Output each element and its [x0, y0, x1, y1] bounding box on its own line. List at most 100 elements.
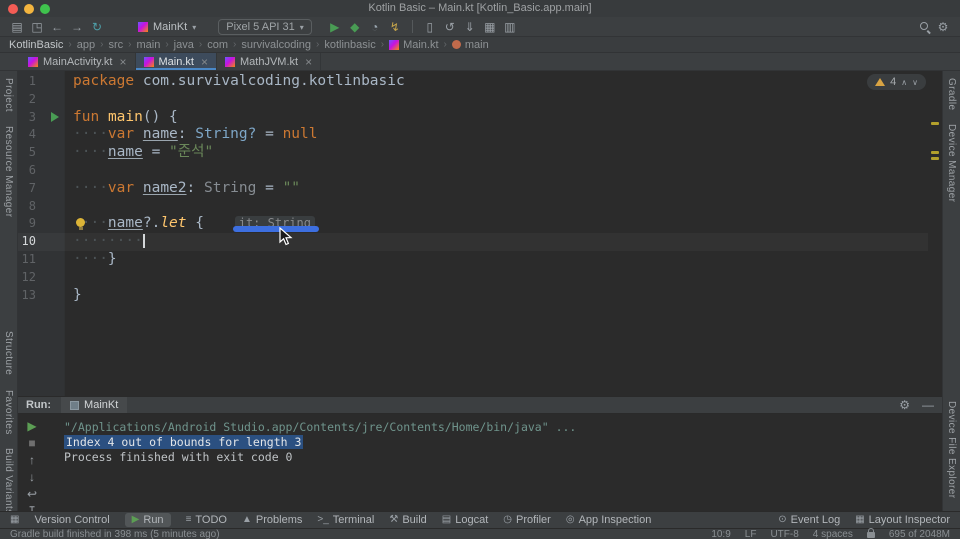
rerun-icon[interactable]: ▶	[27, 420, 36, 432]
tool-window-button-device-manager[interactable]: Device Manager	[946, 124, 957, 202]
tool-window-button-favorites[interactable]: Favorites	[3, 390, 14, 435]
code-line[interactable]: 4 ····var name: String? = null	[18, 126, 928, 144]
file-encoding[interactable]: UTF-8	[770, 529, 798, 539]
refresh-icon[interactable]: ↻	[88, 19, 106, 35]
breadcrumb-item-app[interactable]: app	[77, 39, 95, 51]
tool-window-button-todo[interactable]: ≡ TODO	[186, 514, 227, 526]
tool-window-button-device-file-explorer[interactable]: Device File Explorer	[946, 401, 957, 498]
save-all-icon[interactable]: ▤	[8, 19, 26, 35]
prev-warning-icon[interactable]	[901, 78, 907, 87]
warning-stripe-mark[interactable]	[931, 151, 939, 154]
minimize-window-button[interactable]	[24, 3, 34, 14]
minimize-icon[interactable]: —	[922, 399, 934, 411]
tool-window-button-terminal[interactable]: >_ Terminal	[317, 514, 374, 526]
sync-project-icon[interactable]: ↺	[441, 19, 459, 35]
search-icon[interactable]	[918, 20, 932, 34]
line-number: 1	[28, 74, 36, 88]
warning-stripe-mark[interactable]	[931, 157, 939, 160]
logcat-icon[interactable]: ▥	[501, 19, 519, 35]
debug-icon[interactable]: ◆	[346, 19, 364, 35]
line-separator[interactable]: LF	[745, 529, 757, 539]
tool-window-button-build-variants[interactable]: Build Variants	[3, 448, 14, 515]
tool-window-button-app-inspection[interactable]: ◎ App Inspection	[566, 514, 652, 526]
code-line[interactable]: 6	[18, 162, 928, 180]
tab-mainactivity-kt[interactable]: MainActivity.kt ×	[20, 53, 136, 70]
tool-window-button-event-log[interactable]: ⊙ Event Log	[778, 514, 840, 526]
breadcrumb-item-survivalcoding[interactable]: survivalcoding	[241, 39, 311, 51]
sdk-manager-icon[interactable]: ⇓	[461, 19, 479, 35]
tool-window-button-version-control[interactable]: Version Control	[34, 514, 109, 526]
run-configuration-select[interactable]: MainKt	[138, 21, 196, 33]
code-line[interactable]: 8	[18, 198, 928, 216]
editor[interactable]: 1 package com.survivalcoding.kotlinbasic 2…	[18, 71, 942, 396]
indent-config[interactable]: 4 spaces	[813, 529, 853, 539]
device-select[interactable]: Pixel 5 API 31	[218, 18, 312, 35]
tool-window-button-layout-inspector[interactable]: ▦ Layout Inspector	[855, 514, 950, 526]
code-line[interactable]: 1 package com.survivalcoding.kotlinbasic	[18, 73, 928, 91]
tool-window-button-profiler[interactable]: ◷ Profiler	[503, 514, 551, 526]
breadcrumb-item-main[interactable]: main	[451, 39, 489, 51]
tool-window-button-logcat[interactable]: ▤ Logcat	[442, 514, 488, 526]
tool-window-button-build[interactable]: ⚒ Build	[389, 514, 426, 526]
code-text: ····var name: String? = null	[73, 126, 928, 144]
forward-icon[interactable]: →	[68, 19, 86, 35]
console-line[interactable]: Index 4 out of bounds for length 3	[64, 435, 576, 450]
scroll-up-icon[interactable]: ↑	[29, 454, 35, 466]
apply-changes-icon[interactable]: ↯	[386, 19, 404, 35]
settings-gear-icon[interactable]: ⚙	[934, 19, 952, 35]
breadcrumb-item-main-kt[interactable]: Main.kt	[389, 39, 439, 51]
breadcrumb-item-kotlinbasic[interactable]: KotlinBasic	[9, 39, 63, 51]
tool-window-switcher-icon[interactable]: ▦	[10, 515, 19, 525]
zoom-window-button[interactable]	[40, 3, 50, 14]
warning-stripe-mark[interactable]	[931, 122, 939, 125]
back-icon[interactable]: ←	[48, 19, 66, 35]
console-line[interactable]: Process finished with exit code 0	[64, 450, 576, 465]
code-line[interactable]: 12	[18, 269, 928, 287]
code-line[interactable]: 11 ····}	[18, 251, 928, 269]
breadcrumb-item-java[interactable]: java	[174, 39, 194, 51]
scroll-down-icon[interactable]: ↓	[29, 471, 35, 483]
tool-window-button-gradle[interactable]: Gradle	[946, 78, 957, 110]
code-line[interactable]: 3 fun main() {	[18, 109, 928, 127]
tool-window-button-run[interactable]: ▶ Run	[124, 513, 171, 527]
close-icon[interactable]: ×	[119, 56, 126, 68]
tool-window-button-structure[interactable]: Structure	[3, 331, 14, 375]
inspections-widget[interactable]: 4	[867, 74, 926, 90]
code-line[interactable]: 13}	[18, 287, 928, 305]
close-icon[interactable]: ×	[201, 56, 208, 68]
chevron-down-icon	[300, 21, 304, 33]
code-line[interactable]: 2	[18, 91, 928, 109]
layout-inspector-icon[interactable]: ▦	[481, 19, 499, 35]
breadcrumb-item-com[interactable]: com	[207, 39, 228, 51]
stop-icon[interactable]: ■	[28, 437, 35, 449]
tab-main-kt[interactable]: Main.kt ×	[135, 53, 217, 70]
device-manager-icon[interactable]: ▯	[421, 19, 439, 35]
console-settings-gear-icon[interactable]: ⚙	[899, 399, 910, 411]
close-window-button[interactable]	[8, 3, 18, 14]
tab-mathjvm-kt[interactable]: MathJVM.kt ×	[217, 53, 322, 70]
run-console-tab[interactable]: MainKt	[61, 397, 128, 413]
console-line[interactable]: "/Applications/Android Studio.app/Conten…	[64, 420, 576, 435]
read-lock-icon[interactable]	[866, 528, 875, 538]
next-warning-icon[interactable]	[912, 78, 918, 87]
memory-indicator[interactable]: 695 of 2048M	[889, 529, 950, 539]
soft-wrap-icon[interactable]: ↩	[27, 488, 37, 500]
tool-window-button-problems[interactable]: ▲ Problems	[242, 514, 302, 526]
code-line[interactable]: 9 ····name?.let { it: String	[18, 215, 928, 233]
tool-window-button-project[interactable]: Project	[3, 78, 14, 112]
run-icon[interactable]: ▶	[326, 19, 344, 35]
code-line[interactable]: 5 ····name = "준석"	[18, 144, 928, 162]
profile-icon[interactable]: ◔	[366, 19, 384, 35]
code-line[interactable]: 7 ····var name2: String = ""	[18, 180, 928, 198]
breadcrumb-item-kotlinbasic[interactable]: kotlinbasic	[324, 39, 375, 51]
close-icon[interactable]: ×	[305, 56, 312, 68]
code-line[interactable]: 10 ········	[18, 233, 928, 251]
caret-position[interactable]: 10:9	[711, 529, 730, 539]
tool-window-button-resource-manager[interactable]: Resource Manager	[3, 126, 14, 217]
open-icon[interactable]: ◳	[28, 19, 46, 35]
run-line-icon[interactable]	[50, 112, 59, 123]
run-console[interactable]: ▶■↑↓↩↧ "/Applications/Android Studio.app…	[18, 414, 942, 517]
breadcrumb-item-src[interactable]: src	[108, 39, 123, 51]
breadcrumb-item-main[interactable]: main	[136, 39, 160, 51]
